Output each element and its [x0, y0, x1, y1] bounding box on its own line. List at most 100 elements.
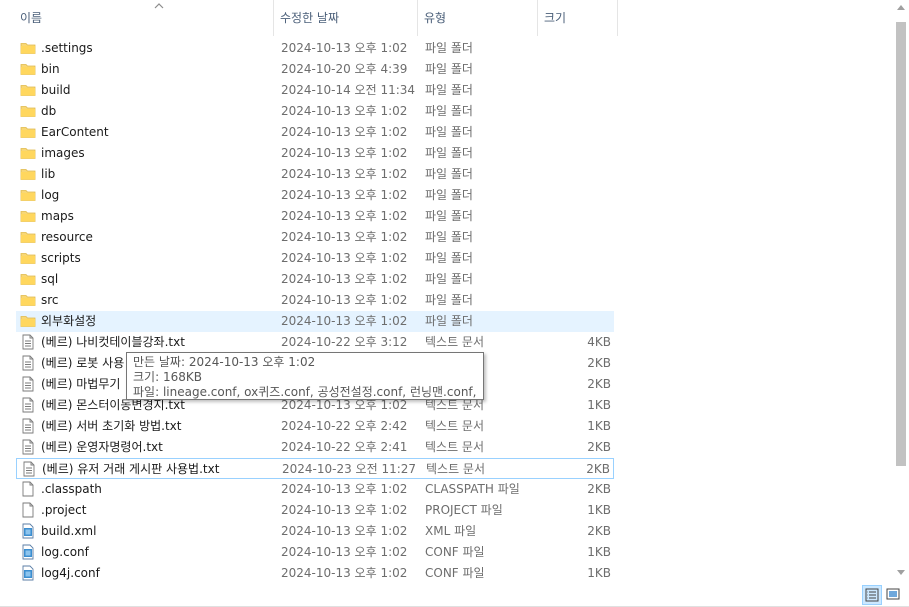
- file-date: 2024-10-22 오후 2:41: [281, 440, 408, 454]
- file-date: 2024-10-13 오후 1:02: [281, 566, 408, 580]
- file-name: maps: [41, 209, 74, 223]
- file-type: 파일 폴더: [425, 83, 473, 97]
- file-name: log.conf: [41, 545, 89, 559]
- file-type: CLASSPATH 파일: [425, 482, 520, 496]
- scroll-up-icon[interactable]: [897, 4, 905, 10]
- blank-file-icon: [20, 502, 36, 518]
- file-name: build: [41, 83, 71, 97]
- file-date: 2024-10-13 오후 1:02: [281, 482, 408, 496]
- scroll-thumb[interactable]: [896, 22, 906, 466]
- folder-row[interactable]: sql 2024-10-13 오후 1:02 파일 폴더: [16, 269, 614, 290]
- column-header-date[interactable]: 수정한 날짜: [274, 0, 418, 36]
- file-date: 2024-10-13 오후 1:02: [281, 524, 408, 538]
- file-size: 2KB: [587, 482, 611, 496]
- file-row[interactable]: (베르) 나비컷테이블강좌.txt 2024-10-22 오후 3:12 텍스트 문…: [16, 332, 614, 353]
- file-name: (베르) 나비컷테이블강좌.txt: [41, 335, 185, 349]
- tooltip-created-date: 만든 날짜: 2024-10-13 오후 1:02: [133, 355, 316, 369]
- file-type: 파일 폴더: [425, 62, 473, 76]
- file-type: 파일 폴더: [425, 41, 473, 55]
- folder-row[interactable]: resource 2024-10-13 오후 1:02 파일 폴더: [16, 227, 614, 248]
- scroll-down-icon[interactable]: [897, 570, 905, 576]
- file-name: (베르) 서버 초기화 방법.txt: [41, 419, 182, 433]
- file-name: sql: [41, 272, 59, 286]
- file-row[interactable]: .project 2024-10-13 오후 1:02 PROJECT 파일 1KB: [16, 500, 614, 521]
- file-type: 파일 폴더: [425, 314, 473, 328]
- vertical-scrollbar[interactable]: [893, 0, 909, 583]
- folder-row[interactable]: EarContent 2024-10-13 오후 1:02 파일 폴더: [16, 122, 614, 143]
- file-date: 2024-10-13 오후 1:02: [281, 545, 408, 559]
- file-date: 2024-10-13 오후 1:02: [281, 167, 408, 181]
- file-row[interactable]: .classpath 2024-10-13 오후 1:02 CLASSPATH 파일…: [16, 479, 614, 500]
- file-row[interactable]: log4j.conf 2024-10-13 오후 1:02 CONF 파일 1KB: [16, 563, 614, 584]
- details-view-button[interactable]: [862, 585, 882, 605]
- blank-file-icon: [20, 481, 36, 497]
- file-name: lib: [41, 167, 56, 181]
- column-size-label: 크기: [544, 11, 567, 25]
- file-type: 파일 폴더: [425, 293, 473, 307]
- file-type: PROJECT 파일: [425, 503, 503, 517]
- folder-row[interactable]: src 2024-10-13 오후 1:02 파일 폴더: [16, 290, 614, 311]
- folder-icon: [20, 166, 36, 182]
- file-size: 1KB: [587, 419, 611, 433]
- folder-icon: [20, 250, 36, 266]
- file-name: (베르) 마법무기: [41, 377, 121, 391]
- file-row[interactable]: (베르) 유저 거래 게시판 사용법.txt 2024-10-23 오전 11:2…: [16, 458, 614, 479]
- column-header-size[interactable]: 크기: [538, 0, 618, 36]
- file-size: 2KB: [586, 462, 610, 476]
- file-type: 파일 폴더: [425, 104, 473, 118]
- file-row[interactable]: (베르) 운영자명령어.txt 2024-10-22 오후 2:41 텍스트 문서 2…: [16, 437, 614, 458]
- folder-row[interactable]: lib 2024-10-13 오후 1:02 파일 폴더: [16, 164, 614, 185]
- folder-row[interactable]: maps 2024-10-13 오후 1:02 파일 폴더: [16, 206, 614, 227]
- column-header-name[interactable]: 이름: [14, 0, 274, 36]
- folder-icon: [20, 229, 36, 245]
- file-size: 2KB: [587, 377, 611, 391]
- file-name: scripts: [41, 251, 81, 265]
- file-size: 2KB: [587, 524, 611, 538]
- file-row[interactable]: build.xml 2024-10-13 오후 1:02 XML 파일 2KB: [16, 521, 614, 542]
- file-date: 2024-10-13 오후 1:02: [281, 314, 408, 328]
- folder-row[interactable]: bin 2024-10-20 오후 4:39 파일 폴더: [16, 59, 614, 80]
- conf-file-icon: [20, 544, 36, 560]
- tooltip-size: 크기: 168KB: [133, 370, 202, 384]
- file-type: 텍스트 문서: [425, 335, 485, 349]
- text-file-icon: [20, 418, 36, 434]
- file-row[interactable]: (베르) 서버 초기화 방법.txt 2024-10-22 오후 2:42 텍스트 …: [16, 416, 614, 437]
- folder-row[interactable]: images 2024-10-13 오후 1:02 파일 폴더: [16, 143, 614, 164]
- column-header-type[interactable]: 유형: [418, 0, 538, 36]
- tooltip-files: 파일: lineage.conf, ox퀴즈.conf, 공성전설정.conf,…: [133, 385, 477, 399]
- large-icons-view-button[interactable]: [884, 585, 904, 605]
- file-name: (베르) 유저 거래 게시판 사용법.txt: [42, 462, 220, 476]
- file-type: 파일 폴더: [425, 209, 473, 223]
- file-name: images: [41, 146, 85, 160]
- folder-row[interactable]: 외부화설정 2024-10-13 오후 1:02 파일 폴더: [16, 311, 614, 332]
- large-icons-view-icon: [886, 588, 900, 600]
- folder-row[interactable]: log 2024-10-13 오후 1:02 파일 폴더: [16, 185, 614, 206]
- file-row[interactable]: log.conf 2024-10-13 오후 1:02 CONF 파일 1KB: [16, 542, 614, 563]
- file-date: 2024-10-13 오후 1:02: [281, 41, 408, 55]
- file-size: 1KB: [587, 398, 611, 412]
- folder-row[interactable]: .settings 2024-10-13 오후 1:02 파일 폴더: [16, 38, 614, 59]
- file-size: 2KB: [587, 440, 611, 454]
- file-type: 파일 폴더: [425, 146, 473, 160]
- file-size: 1KB: [587, 545, 611, 559]
- file-name: .project: [41, 503, 87, 517]
- folder-row[interactable]: scripts 2024-10-13 오후 1:02 파일 폴더: [16, 248, 614, 269]
- text-file-icon: [20, 376, 36, 392]
- file-name: EarContent: [41, 125, 109, 139]
- folder-row[interactable]: db 2024-10-13 오후 1:02 파일 폴더: [16, 101, 614, 122]
- folder-icon: [20, 187, 36, 203]
- file-name: src: [41, 293, 59, 307]
- file-type: 파일 폴더: [425, 251, 473, 265]
- file-name: 외부화설정: [41, 314, 97, 328]
- file-date: 2024-10-13 오후 1:02: [281, 251, 408, 265]
- file-type: XML 파일: [425, 524, 477, 538]
- folder-row[interactable]: build 2024-10-14 오전 11:34 파일 폴더: [16, 80, 614, 101]
- file-date: 2024-10-13 오후 1:02: [281, 230, 408, 244]
- file-date: 2024-10-14 오전 11:34: [281, 83, 416, 97]
- file-type: 파일 폴더: [425, 167, 473, 181]
- sort-ascending-icon: [154, 3, 164, 9]
- text-file-icon: [20, 355, 36, 371]
- folder-icon: [20, 124, 36, 140]
- file-date: 2024-10-22 오후 3:12: [281, 335, 408, 349]
- file-type: 파일 폴더: [425, 230, 473, 244]
